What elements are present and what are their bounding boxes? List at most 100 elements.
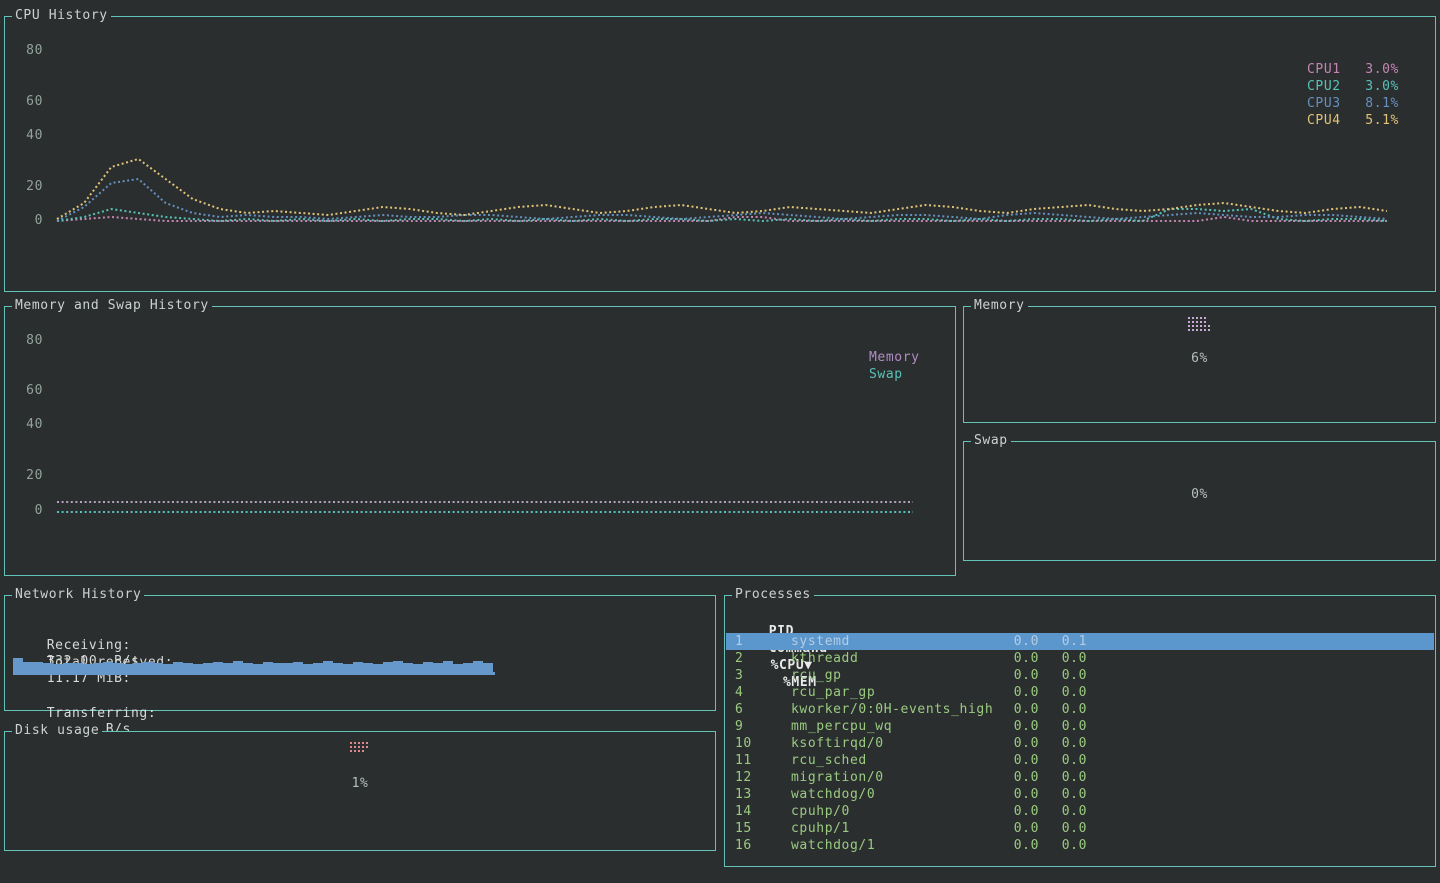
- process-pid: 6: [735, 701, 791, 718]
- process-row[interactable]: 1systemd0.00.1: [726, 633, 1434, 650]
- gauge-dot: [1192, 325, 1194, 327]
- gauge-dot: [358, 750, 360, 752]
- gauge-dot: [354, 746, 356, 748]
- cpu-legend-item: CPU13.0%: [1307, 61, 1399, 78]
- system-monitor-screen: { "colors": { "bg": "#2b2e2e", "border":…: [0, 0, 1440, 883]
- process-command: mm_percpu_wq: [791, 718, 995, 735]
- memory-swap-history-chart: [55, 307, 917, 519]
- network-bar: [33, 662, 43, 672]
- gauge-dot: [1208, 321, 1210, 323]
- network-bar: [153, 663, 163, 672]
- process-cpu: 0.0: [995, 667, 1039, 684]
- process-row[interactable]: 15cpuhp/10.00.0: [726, 820, 1434, 837]
- network-bar: [163, 664, 173, 672]
- memory-gauge-title: Memory: [971, 298, 1028, 314]
- cpu-legend-value: 8.1%: [1355, 95, 1399, 112]
- network-history-title: Network History: [12, 587, 144, 603]
- gauge-dot: [358, 742, 360, 744]
- cpu-legend-item: CPU38.1%: [1307, 95, 1399, 112]
- network-history-panel[interactable]: Network History Receiving: 332.00 B/s To…: [4, 595, 716, 711]
- process-mem: 0.0: [1039, 701, 1087, 718]
- network-bar: [133, 663, 143, 672]
- network-bar: [423, 662, 433, 672]
- process-cpu: 0.0: [995, 650, 1039, 667]
- process-command: cpuhp/1: [791, 820, 995, 837]
- processes-title: Processes: [732, 587, 814, 603]
- process-row[interactable]: 12migration/00.00.0: [726, 769, 1434, 786]
- gauge-dot: [1200, 321, 1202, 323]
- gauge-dot: [1192, 321, 1194, 323]
- network-receiving-sparkline: [13, 653, 495, 675]
- network-bar: [213, 662, 223, 672]
- y-axis-tick: 80: [15, 333, 43, 349]
- y-axis-tick: 60: [15, 94, 43, 110]
- gauge-dot: [1196, 325, 1198, 327]
- transferring-label: Transferring:: [47, 706, 179, 722]
- y-axis-tick: 40: [15, 128, 43, 144]
- network-bar: [183, 663, 193, 672]
- process-row[interactable]: 16watchdog/10.00.0: [726, 837, 1434, 854]
- network-bar: [253, 664, 263, 672]
- disk-usage-title: Disk usage: [12, 723, 102, 739]
- process-mem: 0.0: [1039, 718, 1087, 735]
- process-row[interactable]: 6kworker/0:0H-events_high0.00.0: [726, 701, 1434, 718]
- cpu-legend-value: 3.0%: [1355, 78, 1399, 95]
- gauge-dot: [1208, 317, 1210, 319]
- process-row[interactable]: 14cpuhp/00.00.0: [726, 803, 1434, 820]
- network-bar: [383, 662, 393, 672]
- y-axis-tick: 80: [15, 43, 43, 59]
- network-bar: [403, 663, 413, 672]
- memory-swap-legend: MemorySwap: [869, 349, 920, 383]
- gauge-dot: [1208, 329, 1210, 331]
- process-mem: 0.0: [1039, 803, 1087, 820]
- network-bar: [323, 661, 333, 672]
- memory-gauge-panel[interactable]: Memory 6%: [963, 306, 1436, 423]
- process-cpu: 0.0: [995, 803, 1039, 820]
- process-pid: 9: [735, 718, 791, 735]
- gauge-dot: [358, 746, 360, 748]
- network-bar: [263, 662, 273, 672]
- gauge-dot: [1200, 317, 1202, 319]
- process-row[interactable]: 13watchdog/00.00.0: [726, 786, 1434, 803]
- network-bar: [223, 663, 233, 672]
- disk-usage-value: 1%: [5, 776, 715, 792]
- gauge-dot: [350, 750, 352, 752]
- y-axis-tick: 60: [15, 383, 43, 399]
- swap-gauge-title: Swap: [971, 433, 1011, 449]
- gauge-dot: [350, 746, 352, 748]
- process-mem: 0.0: [1039, 650, 1087, 667]
- cpu-history-panel[interactable]: CPU History 806040200 CPU13.0%CPU23.0%CP…: [4, 16, 1436, 292]
- process-cpu: 0.0: [995, 633, 1039, 650]
- process-row[interactable]: 3rcu_gp0.00.0: [726, 667, 1434, 684]
- memory-swap-history-panel[interactable]: Memory and Swap History 806040200 Memory…: [4, 306, 956, 576]
- process-command: kthreadd: [791, 650, 995, 667]
- memory-gauge-value: 6%: [964, 351, 1435, 367]
- gauge-dot: [1200, 329, 1202, 331]
- swap-gauge-panel[interactable]: Swap 0%: [963, 441, 1436, 561]
- process-pid: 11: [735, 752, 791, 769]
- process-pid: 13: [735, 786, 791, 803]
- process-row[interactable]: 11rcu_sched0.00.0: [726, 752, 1434, 769]
- process-row[interactable]: 2kthreadd0.00.0: [726, 650, 1434, 667]
- disk-usage-panel[interactable]: Disk usage 1%: [4, 731, 716, 851]
- process-row[interactable]: 10ksoftirqd/00.00.0: [726, 735, 1434, 752]
- processes-rows: 1systemd0.00.12kthreadd0.00.03rcu_gp0.00…: [726, 633, 1434, 854]
- series-cpu3: [57, 179, 1387, 221]
- network-bar: [243, 663, 253, 672]
- process-pid: 15: [735, 820, 791, 837]
- process-command: systemd: [791, 633, 995, 650]
- gauge-dot: [1200, 325, 1202, 327]
- process-command: cpuhp/0: [791, 803, 995, 820]
- process-row[interactable]: 9mm_percpu_wq0.00.0: [726, 718, 1434, 735]
- process-row[interactable]: 4rcu_par_gp0.00.0: [726, 684, 1434, 701]
- network-bar: [193, 664, 203, 672]
- processes-panel[interactable]: Processes PID Command %CPU▼ %MEM 1system…: [724, 595, 1436, 867]
- gauge-dot: [366, 742, 368, 744]
- network-bar: [443, 661, 453, 672]
- process-mem: 0.0: [1039, 752, 1087, 769]
- cpu-legend-label: CPU4: [1307, 112, 1355, 129]
- network-bar: [273, 663, 283, 672]
- process-command: watchdog/0: [791, 786, 995, 803]
- cpu-legend-item: CPU45.1%: [1307, 112, 1399, 129]
- gauge-dot: [1204, 329, 1206, 331]
